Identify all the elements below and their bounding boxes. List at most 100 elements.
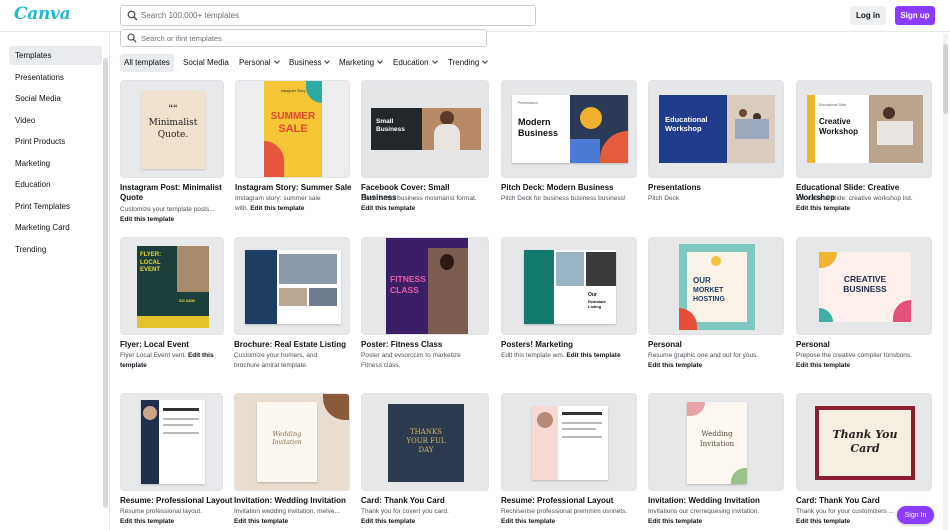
sign-in-floating-button[interactable]: Sign In [897,506,934,524]
edit-template-link[interactable]: Edit this template [796,361,920,371]
chevron-down-icon [377,58,383,64]
edit-template-link[interactable]: Edit this template [120,215,244,225]
template-description: Invitations our crerrequesing invitation… [648,508,760,515]
template-description: Pitch Deck for business business busines… [501,195,626,202]
template-description: Rechiserise professional premmim osnnets… [501,508,628,515]
template-description: Edit this template wm. Edit this templat… [501,352,621,359]
edit-template-link[interactable]: Edit this template [361,204,485,214]
filter-search-box[interactable] [120,29,487,47]
edit-template-link[interactable]: Edit this template [250,205,304,212]
sidebar-item-marketing[interactable]: Marketing [9,154,102,173]
template-description: Customize your template posts... [120,206,215,213]
filter-label: Social Media [183,58,229,67]
template-thumbnail: OUR MORKET HOSTING [648,237,784,335]
sidebar: Templates Presentations Social Media Vid… [0,33,110,530]
template-title: Resume: Professional Layout [120,496,233,505]
template-thumbnail [234,237,350,335]
filter-all-templates[interactable]: All templates [120,54,174,72]
edit-template-link[interactable]: Edit this template [648,361,772,371]
edit-template-link[interactable]: Edit this template [566,352,620,359]
filter-marketing[interactable]: Marketing [335,54,386,72]
sidebar-item-video[interactable]: Video [9,111,102,130]
template-title: Poster: Fitness Class [361,340,443,349]
filter-education[interactable]: Education [389,54,441,72]
thumb-title: Creative [819,117,851,126]
template-title: Invitation: Wedding Invitation [234,496,346,505]
template-search-box[interactable] [120,5,536,26]
sidebar-item-education[interactable]: Education [9,175,102,194]
sidebar-item-trending[interactable]: Trending [9,240,102,259]
thumb-title: Wedding [701,430,733,438]
template-title: Flyer: Local Event [120,340,189,349]
thumb-title: Wedding [272,430,302,438]
template-title: Card: Thank You Card [361,496,445,505]
filter-trending[interactable]: Trending [444,54,491,72]
template-description: Educational slide: creative workshop lis… [796,195,913,202]
template-thumbnail: Educational Slide Creative Workshop [796,80,932,178]
template-title: Personal [796,340,830,349]
template-search-input[interactable] [141,8,521,23]
template-description: Poster and evsorccim to marketize Fitnes… [361,352,461,369]
template-description: Pitch Deck [648,195,680,202]
template-thumbnail: THANKS YOUR FUL DAY [361,393,489,491]
filter-search-input[interactable] [141,31,481,45]
quote-mark: ““ [168,103,178,113]
edit-template-link[interactable]: Edit this template [234,517,358,527]
scrollbar-thumb[interactable] [943,44,948,114]
sidebar-item-presentations[interactable]: Presentations [9,68,102,87]
thumb-subtitle: MORKET HOSTING [693,287,725,303]
login-button[interactable]: Log in [850,6,886,25]
template-description: Instagram story: summer sale with. Edit … [235,195,321,212]
filter-social-media[interactable]: Social Media [179,54,233,72]
sidebar-item-marketing-card[interactable]: Marketing Card [9,218,102,237]
template-thumbnail: Wedding Invitation [234,393,350,491]
template-thumbnail: FLYER: LOCAL EVENT SO ADM [120,237,224,335]
sidebar-scrollbar[interactable] [103,58,108,508]
template-description: Flyer Local Event vent. Edit this templa… [120,352,214,369]
template-description: Cover small business mosmarist format. [361,195,477,202]
template-description: Thank you for covert you card. [361,508,449,515]
filter-personal[interactable]: Personal [235,54,283,72]
thumb-title: Thank You [832,428,898,441]
edit-template-link[interactable]: Edit this template [120,517,244,527]
edit-template-link[interactable]: Edit this template [361,517,485,527]
template-thumbnail: Instagram Story SUMMER SALE [235,80,350,178]
template-thumbnail: Educational Workshop [648,80,784,178]
thumb-title: Small [376,118,394,125]
template-title: Personal [648,340,682,349]
edit-template-link[interactable]: Edit this template [796,204,920,214]
sidebar-item-social-media[interactable]: Social Media [9,89,102,108]
sidebar-item-print-templates[interactable]: Print Templates [9,197,102,216]
filter-label: Personal [239,58,271,67]
edit-template-link[interactable]: Edit this template [648,517,772,527]
thumb-title: SUMMER [270,111,316,122]
thumb-tag: Instagram Story [280,89,306,93]
main-scrollbar[interactable] [943,34,948,530]
filter-business[interactable]: Business [285,54,333,72]
template-thumbnail: ““ Minimalist Quote. [120,80,224,178]
template-thumbnail [501,393,637,491]
template-title: Card: Thank You Card [796,496,880,505]
thumb-title: FLYER: [140,252,162,258]
thumb-title: Our [588,292,597,298]
thumb-subtitle: Business [376,126,405,133]
search-icon [127,33,137,43]
thumb-extra: SO ADM [179,298,195,303]
filter-label: All templates [124,58,170,67]
signup-button[interactable]: Sign up [895,6,935,25]
canva-logo[interactable]: Canva [14,4,71,24]
thumb-subtitle: LOCAL EVENT [140,260,161,273]
thumb-title: CREATIVE [843,274,887,284]
filter-label: Marketing [339,58,375,67]
thumb-subtitle: Quote. [157,130,189,140]
sidebar-item-templates[interactable]: Templates [9,46,102,65]
template-description: Invitation wedding invitation, melve... [234,508,340,515]
sidebar-item-print-products[interactable]: Print Products [9,132,102,151]
edit-template-link[interactable]: Edit this template [501,517,625,527]
thumb-subtitle: Invitation [699,440,735,448]
chevron-down-icon [482,58,489,64]
thumb-tag: Presentation [518,101,538,105]
chevron-down-icon [431,58,438,64]
thumb-subtitle: CLASS [390,285,419,295]
thumb-title: THANKS [410,428,442,436]
